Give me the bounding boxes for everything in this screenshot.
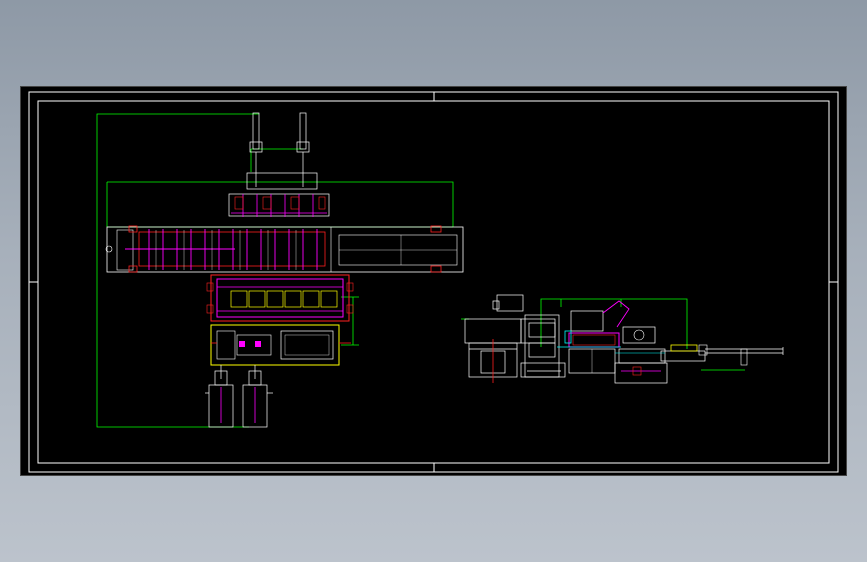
forming-station	[557, 300, 630, 374]
side-dimension-lines	[461, 298, 745, 371]
plan-dimension-lines	[96, 113, 454, 428]
inner-frame	[37, 100, 830, 464]
drawing-sheet	[20, 86, 847, 476]
cutting-station	[614, 326, 668, 384]
centering-marks	[29, 92, 838, 472]
top-cylinders	[249, 112, 310, 187]
outfeed-conveyor	[660, 344, 784, 366]
main-conveyor	[105, 225, 464, 273]
base-unit	[210, 324, 351, 366]
processing-unit	[206, 274, 354, 322]
top-carriage	[228, 172, 330, 217]
feeder-hopper	[464, 294, 524, 378]
plan-view	[96, 112, 464, 428]
cad-drawing-canvas	[28, 91, 839, 473]
side-view	[461, 294, 784, 384]
outer-frame	[28, 91, 839, 473]
bottom-motors	[205, 365, 273, 428]
bottom-motor-shafts	[220, 387, 256, 423]
press-frame	[520, 314, 566, 378]
